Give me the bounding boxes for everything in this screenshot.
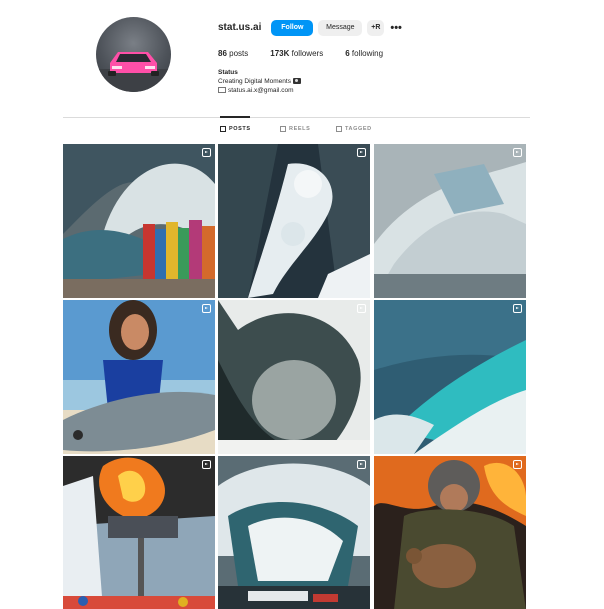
movie-camera-icon xyxy=(292,78,301,84)
reel-icon xyxy=(202,304,211,313)
followers-count-label: followers xyxy=(291,49,324,58)
reel-icon xyxy=(513,148,522,157)
profile-header: stat.us.ai Follow Message +R ••• 86 post… xyxy=(0,0,604,118)
post-tile[interactable] xyxy=(63,300,215,454)
profile-tabs: POSTS REELS TAGGED xyxy=(63,126,530,136)
posts-count-label: posts xyxy=(229,49,249,58)
tabs-divider xyxy=(63,117,530,118)
more-options-icon[interactable]: ••• xyxy=(390,22,402,33)
post-tile[interactable] xyxy=(218,300,370,454)
grid-icon xyxy=(220,126,226,132)
tab-tagged-label: TAGGED xyxy=(345,126,372,132)
post-tile[interactable] xyxy=(218,144,370,298)
active-tab-indicator xyxy=(220,116,250,118)
profile-stats: 86 posts 173K followers 6 following xyxy=(218,49,405,58)
reel-icon xyxy=(357,148,366,157)
mail-icon xyxy=(218,87,226,93)
following-count[interactable]: 6 following xyxy=(345,49,383,58)
followers-count-value: 173K xyxy=(270,49,290,58)
post-tile[interactable] xyxy=(374,144,526,298)
suggest-user-button[interactable]: +R xyxy=(367,19,385,36)
reel-icon xyxy=(357,460,366,469)
reel-icon xyxy=(513,460,522,469)
bio-email[interactable]: status.ai.x@gmail.com xyxy=(228,87,293,94)
profile-bio: Status Creating Digital Moments status.a… xyxy=(218,68,301,95)
following-count-label: following xyxy=(351,49,384,58)
tab-posts-label: POSTS xyxy=(229,126,251,132)
post-tile[interactable] xyxy=(218,456,370,609)
following-count-value: 6 xyxy=(345,49,350,58)
post-tile[interactable] xyxy=(63,456,215,609)
profile-top-row: stat.us.ai Follow Message +R ••• xyxy=(218,19,402,36)
bio-tagline: Creating Digital Moments xyxy=(218,78,291,85)
reel-icon xyxy=(202,148,211,157)
message-button[interactable]: Message xyxy=(318,19,363,36)
profile-avatar[interactable] xyxy=(96,17,171,92)
post-tile[interactable] xyxy=(374,456,526,609)
posts-count: 86 posts xyxy=(218,49,248,58)
follow-button[interactable]: Follow xyxy=(271,19,314,36)
reels-icon xyxy=(280,126,286,132)
bio-tagline-row: Creating Digital Moments xyxy=(218,77,301,86)
username: stat.us.ai xyxy=(218,22,262,33)
post-tile[interactable] xyxy=(63,144,215,298)
posts-count-value: 86 xyxy=(218,49,227,58)
bio-name: Status xyxy=(218,69,238,76)
reel-icon xyxy=(513,304,522,313)
tab-reels[interactable]: REELS xyxy=(280,126,310,132)
tab-reels-label: REELS xyxy=(289,126,311,132)
followers-count[interactable]: 173K followers xyxy=(270,49,323,58)
reel-icon xyxy=(357,304,366,313)
tag-icon xyxy=(336,126,342,132)
posts-grid xyxy=(63,144,530,609)
reel-icon xyxy=(202,460,211,469)
tab-tagged[interactable]: TAGGED xyxy=(336,126,372,132)
post-tile[interactable] xyxy=(374,300,526,454)
bio-email-row: status.ai.x@gmail.com xyxy=(218,86,301,95)
tab-posts[interactable]: POSTS xyxy=(220,126,251,132)
